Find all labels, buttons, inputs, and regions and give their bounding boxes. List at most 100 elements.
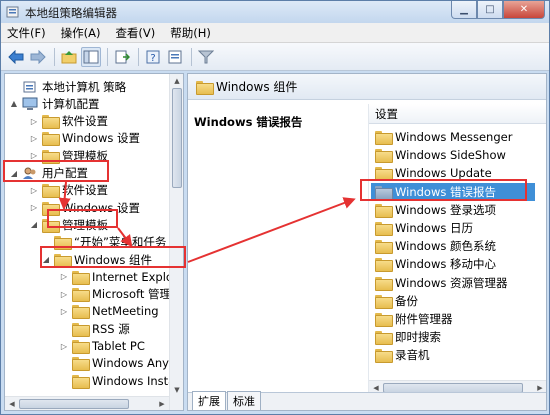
help-icon: ?: [146, 50, 160, 64]
list-item[interactable]: 即时搜索: [375, 328, 441, 346]
close-button[interactable]: ✕: [503, 1, 545, 19]
expand-toggle-icon[interactable]: ▷: [29, 203, 39, 213]
tree-item[interactable]: 本地计算机 策略: [9, 78, 126, 95]
expand-toggle-icon[interactable]: ◢: [9, 168, 19, 178]
list-item[interactable]: Windows 颜色系统: [375, 237, 496, 255]
expand-toggle-icon[interactable]: ▷: [29, 133, 39, 143]
minimize-icon: ▁: [460, 4, 468, 15]
list-item[interactable]: Windows 登录选项: [375, 201, 496, 219]
list-item-label: Windows SideShow: [395, 148, 506, 163]
folder-icon: [375, 313, 393, 327]
list-item[interactable]: Windows 日历: [375, 219, 473, 237]
list-item-label: Windows 登录选项: [395, 202, 496, 217]
up-folder-icon: [61, 50, 77, 63]
tree-item[interactable]: ▷ 软件设置: [29, 113, 108, 130]
tree-item[interactable]: ▲ 计算机配置: [9, 95, 100, 112]
expand-toggle-icon[interactable]: ▷: [59, 272, 69, 282]
expand-toggle-icon[interactable]: ▲: [9, 99, 19, 109]
settings-list[interactable]: 设置 Windows Messenger Windows SideShow Wind…: [368, 104, 546, 394]
tree-item-label: Internet Explor: [92, 269, 178, 284]
tab-extended[interactable]: 扩展: [192, 391, 226, 410]
tree-item-label: Windows Anyti: [92, 356, 177, 371]
up-folder-button[interactable]: [59, 47, 79, 67]
scroll-down-icon[interactable]: ▼: [170, 383, 183, 396]
tree-item[interactable]: ▷ Tablet PC: [59, 338, 145, 355]
tree-item[interactable]: ▷ NetMeeting: [59, 303, 159, 320]
tree-item[interactable]: Windows Insta: [59, 372, 175, 389]
list-item[interactable]: Windows Update: [375, 164, 492, 182]
view-tabs: 扩展 标准: [188, 391, 546, 410]
export-list-icon: [115, 50, 130, 63]
expand-toggle-icon[interactable]: ▷: [29, 185, 39, 195]
toolbar-separator: [191, 47, 192, 66]
tree-vertical-scrollbar[interactable]: ▲ ▼: [169, 74, 183, 410]
properties-icon: [168, 50, 182, 63]
tree-item[interactable]: ▷ Windows 设置: [29, 130, 140, 147]
menu-file[interactable]: 文件(F): [7, 25, 46, 41]
scroll-up-icon[interactable]: ▲: [170, 74, 183, 87]
maximize-button[interactable]: □: [477, 1, 503, 19]
list-item[interactable]: Windows Messenger: [375, 128, 512, 146]
filter-button[interactable]: [196, 47, 216, 67]
expand-toggle-icon[interactable]: ▷: [29, 151, 39, 161]
console-tree[interactable]: 本地计算机 策略 ▲ 计算机配置 ▷ 软件设置 ▷ Windows 设置 ▷ 管理模板 ◢ 用户配置…: [4, 73, 184, 411]
tree-item[interactable]: Windows Anyti: [59, 355, 177, 372]
tree-item[interactable]: “开始”菜单和任务: [41, 234, 166, 251]
list-item[interactable]: Windows 资源管理器: [375, 274, 508, 292]
menu-view[interactable]: 查看(V): [115, 25, 155, 41]
back-button[interactable]: [6, 47, 26, 67]
properties-button[interactable]: [165, 47, 185, 67]
tree-item[interactable]: RSS 源: [59, 320, 130, 337]
show-hide-tree-button[interactable]: [81, 46, 101, 67]
tree-hscroll-thumb[interactable]: [19, 399, 129, 409]
tree-item[interactable]: ▷ Microsoft 管理: [59, 286, 171, 303]
tree-item[interactable]: ▷ Internet Explor: [59, 268, 178, 285]
tree-item-label: Windows 组件: [74, 252, 152, 267]
maximize-icon: □: [485, 4, 495, 15]
tree-horizontal-scrollbar[interactable]: ◀ ▶: [5, 396, 169, 410]
folder-icon: [375, 349, 393, 364]
list-item[interactable]: 录音机: [375, 346, 430, 364]
scroll-left-icon[interactable]: ◀: [5, 397, 19, 410]
list-item-label: Windows 颜色系统: [395, 239, 496, 254]
folder-icon: [72, 305, 90, 320]
list-item[interactable]: 备份: [375, 292, 418, 310]
list-item-label: 附件管理器: [395, 312, 453, 326]
export-list-button[interactable]: [112, 47, 132, 67]
folder-icon: [375, 222, 393, 236]
tree-item[interactable]: ◢ 用户配置: [9, 165, 88, 182]
menu-action[interactable]: 操作(A): [61, 25, 101, 41]
policy-editor-icon: [6, 6, 19, 18]
list-item[interactable]: Windows SideShow: [375, 146, 506, 164]
list-item[interactable]: 附件管理器: [375, 310, 453, 328]
expand-toggle-icon[interactable]: ◢: [29, 220, 39, 230]
tree-item[interactable]: ◢ Windows 组件: [41, 251, 152, 268]
help-button[interactable]: ?: [143, 47, 163, 67]
user-icon: [23, 167, 36, 179]
tree-item[interactable]: ▷ 管理模板: [29, 147, 108, 164]
expand-toggle-icon[interactable]: ▷: [59, 306, 69, 316]
expand-toggle-icon[interactable]: ▷: [29, 116, 39, 126]
expand-toggle-icon[interactable]: ▷: [59, 289, 69, 299]
folder-icon: [375, 167, 393, 182]
list-item[interactable]: Windows 错误报告: [371, 182, 535, 201]
forward-button[interactable]: [28, 47, 48, 67]
tree-item[interactable]: ◢ 管理模板: [29, 216, 108, 233]
tree-scroll-thumb[interactable]: [172, 88, 182, 188]
expand-toggle-icon[interactable]: ▷: [59, 341, 69, 351]
tree-item[interactable]: ▷ 软件设置: [29, 182, 108, 199]
menu-help[interactable]: 帮助(H): [170, 25, 211, 41]
tree-item[interactable]: ▷ Windows 设置: [29, 199, 140, 216]
tab-standard[interactable]: 标准: [227, 391, 261, 410]
list-item-label: 即时搜索: [395, 330, 441, 345]
folder-icon: [72, 322, 90, 337]
tree-item-label: 计算机配置: [42, 96, 100, 111]
list-item-label: Windows Messenger: [395, 130, 513, 144]
minimize-button[interactable]: ▁: [451, 1, 477, 19]
scroll-right-icon[interactable]: ▶: [155, 397, 169, 410]
toolbar-separator: [107, 47, 108, 66]
column-header-setting[interactable]: 设置: [369, 104, 546, 124]
list-item[interactable]: Windows 移动中心: [375, 255, 496, 273]
expand-toggle-icon[interactable]: ◢: [41, 255, 51, 265]
